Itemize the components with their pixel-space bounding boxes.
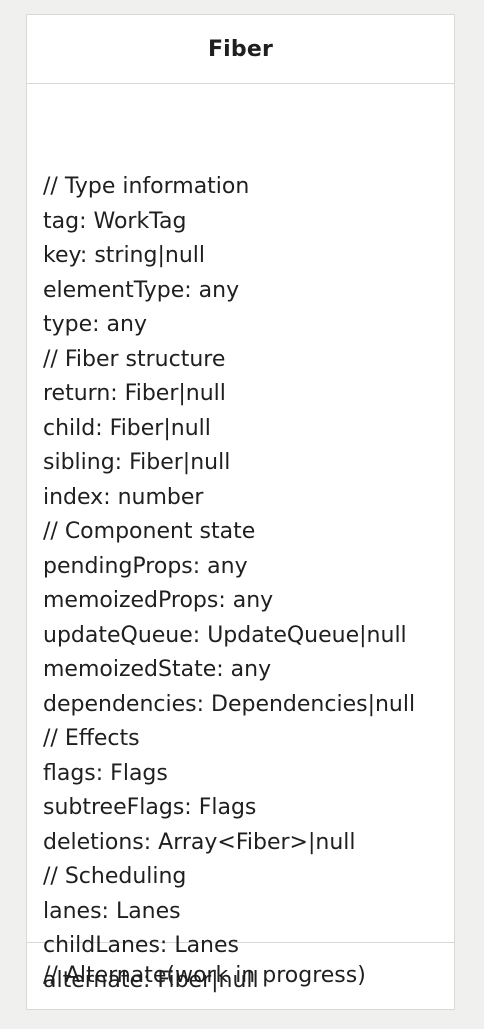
attribute-list: // Type information tag: WorkTag key: stri… [43,170,415,998]
attribute-line: key: string|null [43,243,205,268]
class-box-fiber: Fiber // Type information tag: WorkTag key… [26,14,455,1010]
attribute-line: // Scheduling [43,864,187,889]
attribute-line: // Fiber structure [43,346,226,372]
attribute-line: child: Fiber|null [43,415,211,441]
attribute-line: subtreeFlags: Flags [43,795,257,820]
attribute-line: deletions: Array<Fiber>|null [43,829,356,855]
attribute-line: type: any [43,312,147,337]
class-name: Fiber [207,36,274,62]
attributes-compartment: // Type information tag: WorkTag key: stri… [27,84,454,993]
attribute-line: // Component state [43,519,256,544]
attribute-line: // Effects [43,726,140,751]
operations-compartment: // Alternate(work in progress) [27,943,454,1009]
operation-line: // Alternate(work in progress) [43,963,366,988]
attribute-line: memoizedProps: any [43,588,274,613]
attribute-line: sibling: Fiber|null [43,450,231,475]
attribute-line: return: Fiber|null [43,381,226,406]
attribute-line: memoizedState: any [43,657,272,682]
class-header: Fiber [27,15,454,84]
attribute-line: pendingProps: any [43,553,248,579]
attribute-line: dependencies: Dependencies|null [43,691,416,717]
attribute-line: // Type information [43,174,250,199]
attribute-line: index: number [43,484,204,510]
attribute-line: lanes: Lanes [43,898,181,924]
attribute-line: updateQueue: UpdateQueue|null [43,622,407,648]
attribute-line: flags: Flags [43,760,168,786]
attribute-line: tag: WorkTag [43,208,187,234]
attribute-line: elementType: any [43,277,240,303]
